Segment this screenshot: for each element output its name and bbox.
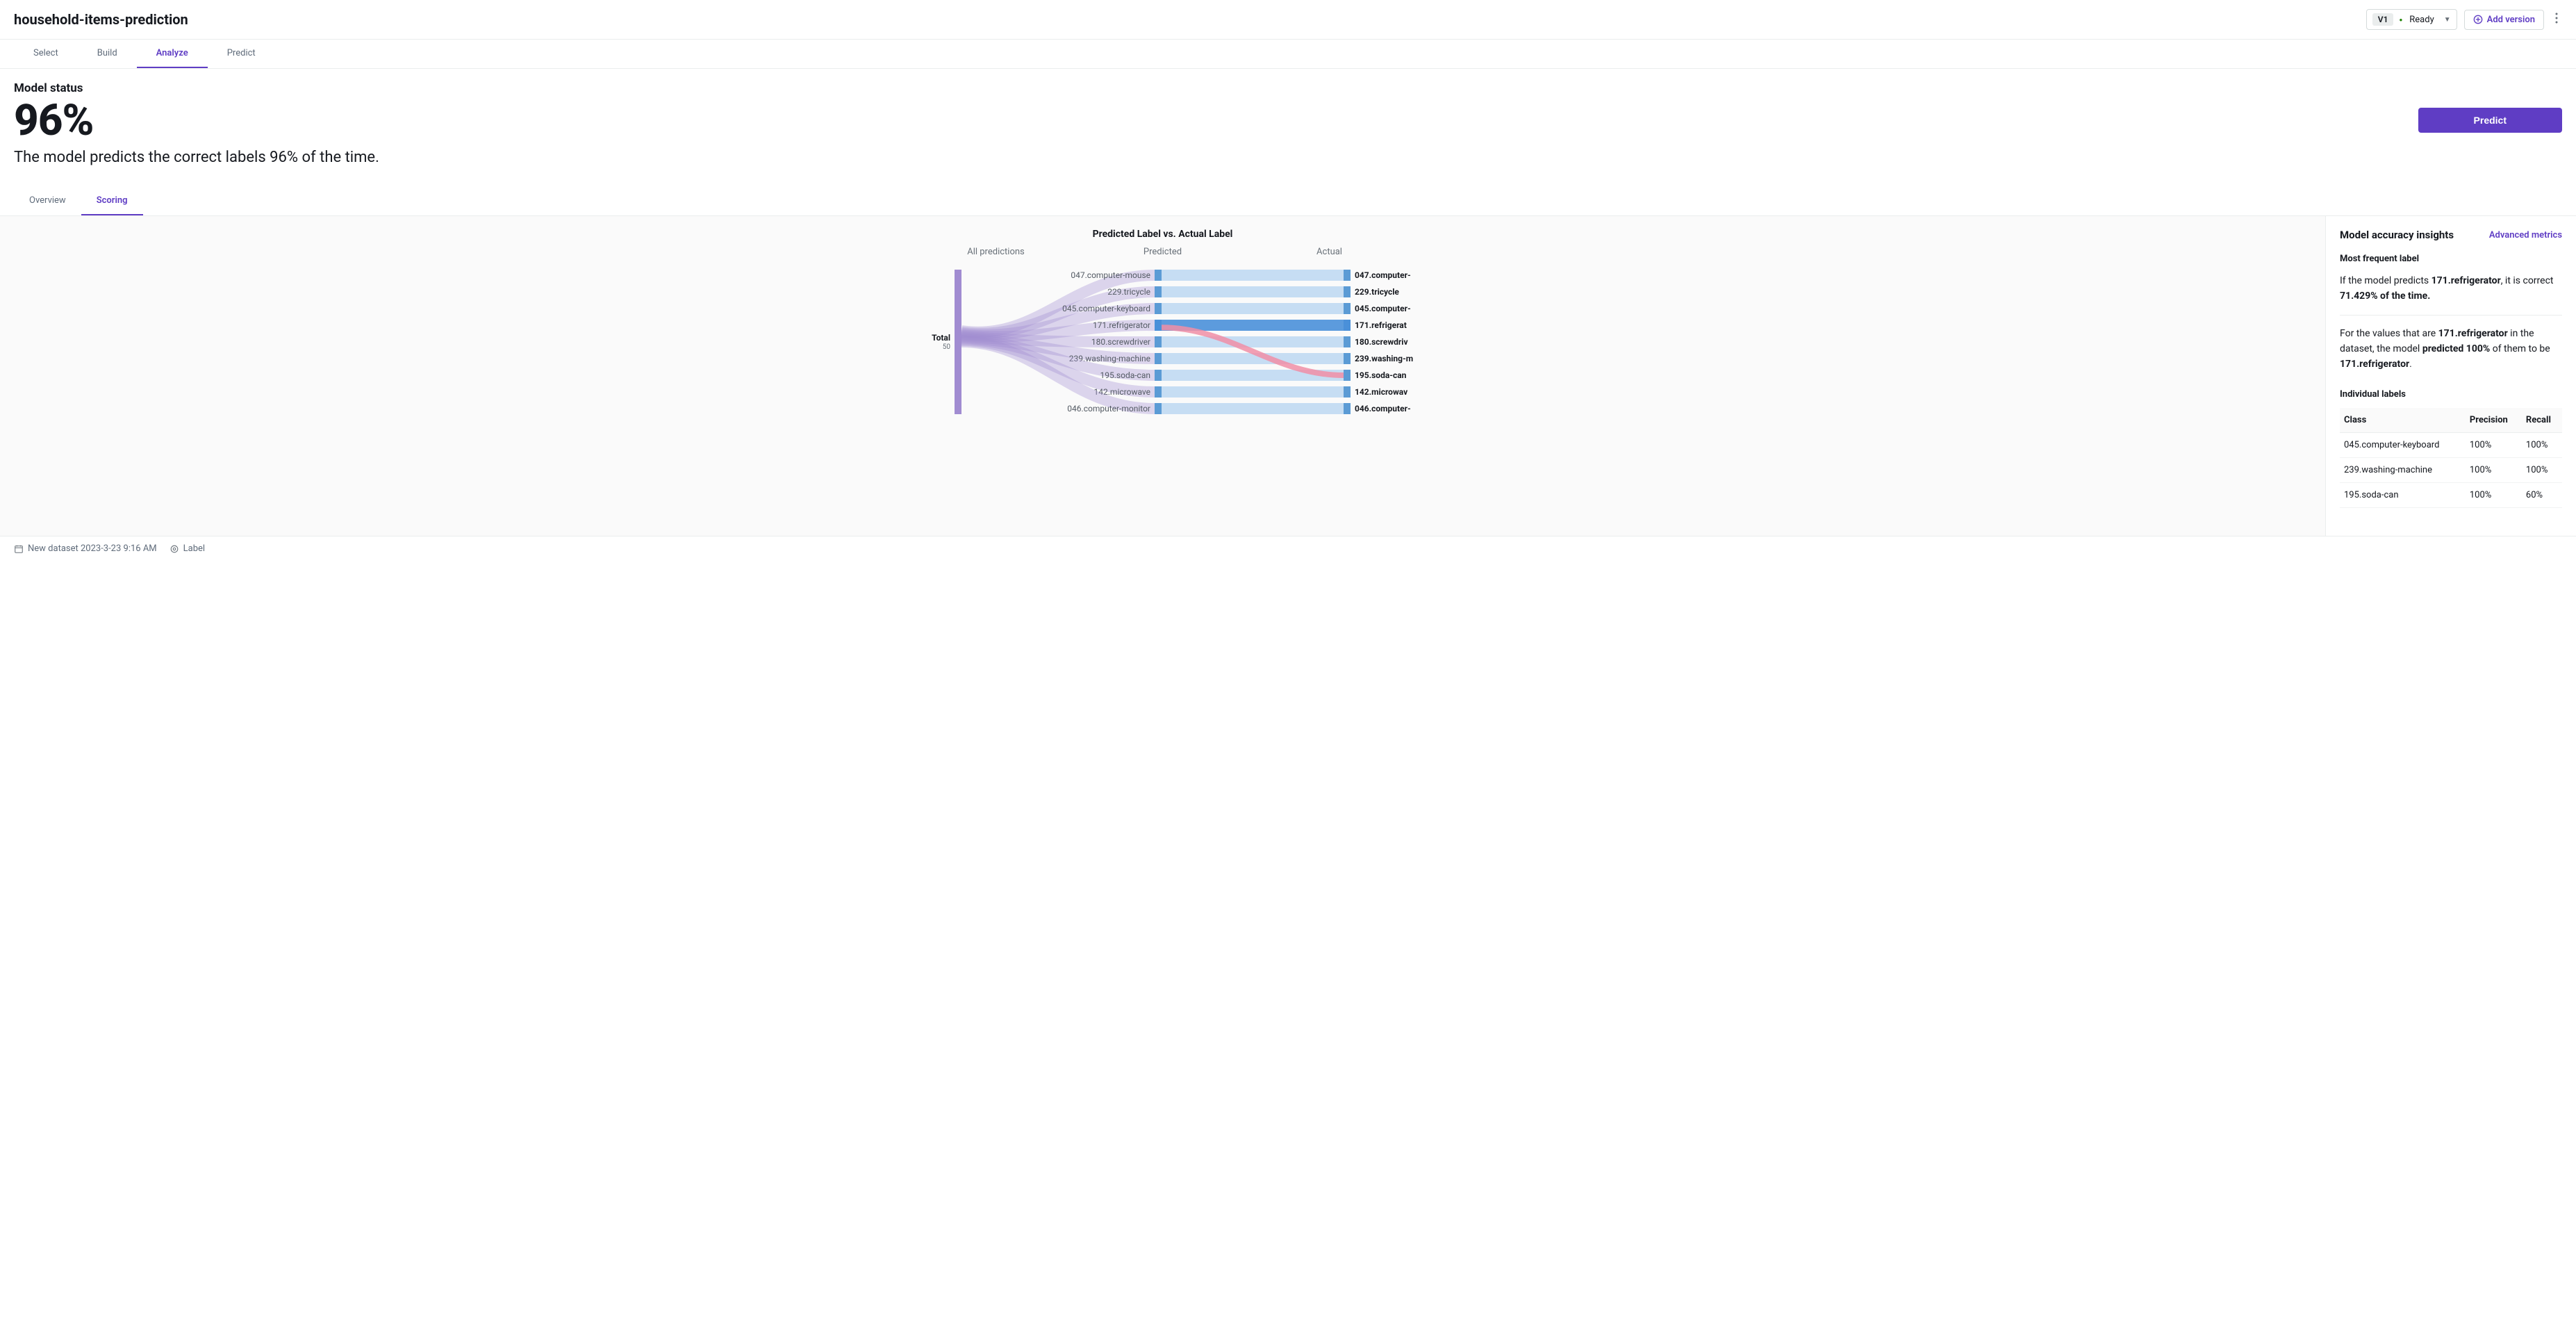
svg-text:047.computer-mouse: 047.computer-mouse [1071, 270, 1150, 280]
svg-text:045.computer-keyboard: 045.computer-keyboard [1062, 304, 1150, 313]
version-selector[interactable]: V1 ● Ready ▼ [2366, 9, 2457, 30]
insights-pane: Model accuracy insights Advanced metrics… [2326, 216, 2576, 536]
subtab-overview[interactable]: Overview [14, 187, 81, 215]
model-status-description: The model predicts the correct labels 96… [14, 149, 379, 166]
th-precision: Precision [2466, 408, 2522, 433]
page-title: household-items-prediction [14, 11, 188, 28]
plus-circle-icon [2473, 15, 2483, 24]
svg-text:50: 50 [942, 343, 950, 351]
footer-target[interactable]: Label [170, 543, 205, 554]
th-class: Class [2340, 408, 2466, 433]
individual-labels-table: Class Precision Recall 045.computer-keyb… [2340, 408, 2562, 508]
footer-dataset-text: New dataset 2023-3-23 9:16 AM [28, 543, 157, 554]
kebab-icon [2555, 13, 2558, 24]
chart-column-headers: All predictions Predicted Actual [913, 247, 1413, 257]
add-version-button[interactable]: Add version [2464, 10, 2544, 30]
main-tabs: Select Build Analyze Predict [0, 40, 2576, 69]
table-row[interactable]: 195.soda-can100%60% [2340, 482, 2562, 507]
table-row[interactable]: 045.computer-keyboard100%100% [2340, 432, 2562, 457]
subtab-scoring[interactable]: Scoring [81, 187, 143, 215]
tab-build[interactable]: Build [78, 40, 137, 68]
footer-dataset[interactable]: New dataset 2023-3-23 9:16 AM [14, 543, 157, 554]
svg-text:180.screwdriver: 180.screwdriver [1091, 337, 1150, 347]
insights-heading: Model accuracy insights [2340, 229, 2454, 241]
predict-button[interactable]: Predict [2418, 108, 2562, 133]
svg-text:Total: Total [932, 333, 950, 343]
svg-text:195.soda-can: 195.soda-can [1355, 370, 1407, 380]
target-icon [170, 544, 179, 554]
calendar-icon [14, 544, 24, 554]
svg-text:047.computer-: 047.computer- [1355, 270, 1411, 280]
svg-text:229.tricycle: 229.tricycle [1107, 287, 1150, 297]
chart-pane: Predicted Label vs. Actual Label All pre… [0, 216, 2326, 536]
footer-bar: New dataset 2023-3-23 9:16 AM Label [0, 536, 2576, 561]
chart-title: Predicted Label vs. Actual Label [14, 229, 2311, 240]
chart-col-all: All predictions [913, 247, 1080, 257]
insight-paragraph-2: For the values that are 171.refrigerator… [2340, 327, 2562, 377]
most-frequent-label-title: Most frequent label [2340, 254, 2562, 264]
svg-text:171.refrigerat: 171.refrigerat [1355, 320, 1407, 330]
svg-text:229.tricycle: 229.tricycle [1355, 287, 1399, 297]
insight-paragraph-1: If the model predicts 171.refrigerator, … [2340, 274, 2562, 315]
svg-text:046.computer-monitor: 046.computer-monitor [1067, 404, 1150, 413]
chevron-down-icon: ▼ [2444, 16, 2451, 24]
model-status-heading: Model status [14, 81, 379, 95]
svg-text:046.computer-: 046.computer- [1355, 404, 1411, 413]
status-text: Ready [2409, 15, 2434, 25]
chart-col-predicted: Predicted [1080, 247, 1246, 257]
analyze-subtabs: Overview Scoring [0, 187, 2576, 216]
version-badge: V1 [2372, 13, 2394, 26]
model-accuracy-percent: 96% [14, 98, 379, 143]
svg-text:195.soda-can: 195.soda-can [1100, 370, 1150, 380]
th-recall: Recall [2522, 408, 2562, 433]
tab-select[interactable]: Select [14, 40, 78, 68]
svg-text:045.computer-: 045.computer- [1355, 304, 1411, 313]
svg-text:142.microwav: 142.microwav [1355, 387, 1407, 397]
svg-text:171.refrigerator: 171.refrigerator [1092, 320, 1150, 330]
status-dot-icon: ● [2399, 17, 2402, 23]
footer-target-text: Label [183, 543, 205, 554]
individual-labels-title: Individual labels [2340, 389, 2562, 400]
tab-analyze[interactable]: Analyze [137, 40, 208, 68]
table-row[interactable]: 239.washing-machine100%100% [2340, 457, 2562, 482]
chart-col-actual: Actual [1246, 247, 1413, 257]
sankey-chart[interactable]: Total50 047.computer-mouse 047.computer- 22… [913, 264, 1413, 431]
svg-text:239.washing-m: 239.washing-m [1355, 354, 1413, 363]
advanced-metrics-link[interactable]: Advanced metrics [2489, 230, 2562, 240]
add-version-label: Add version [2487, 15, 2535, 25]
more-actions-button[interactable] [2551, 8, 2562, 31]
tab-predict[interactable]: Predict [208, 40, 275, 68]
svg-text:180.screwdriv: 180.screwdriv [1355, 337, 1408, 347]
